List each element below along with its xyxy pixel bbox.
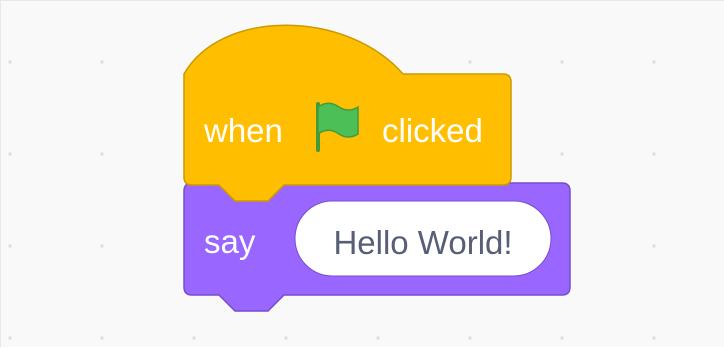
hat-label-when: when [203,112,283,149]
say-block[interactable]: say Hello World! [183,182,571,312]
say-input-value: Hello World! [333,224,512,261]
say-text-input[interactable]: Hello World! [294,200,552,277]
script-stack[interactable]: say Hello World! when clicked [1,1,724,348]
hat-label-clicked: clicked [382,112,483,149]
when-flag-clicked-block[interactable]: when clicked [183,24,512,202]
code-workspace[interactable]: say Hello World! when clicked [0,0,724,347]
say-label: say [204,223,256,260]
